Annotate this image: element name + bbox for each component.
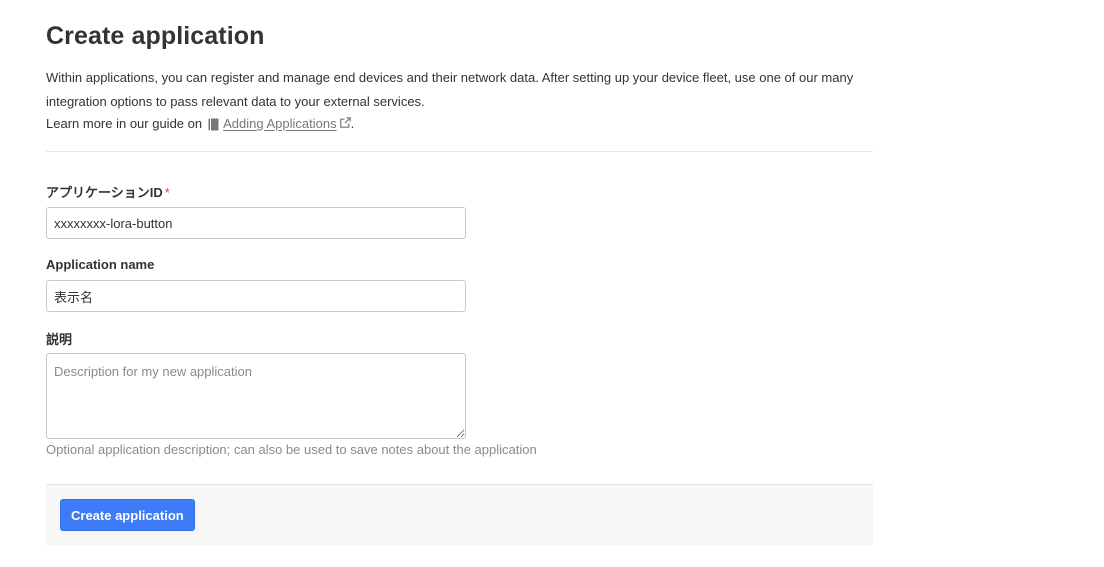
page-title: Create application: [46, 22, 265, 50]
app-name-label: Application name: [46, 257, 155, 272]
guide-line: Learn more in our guide on Adding Applic…: [46, 113, 354, 135]
guide-prefix: Learn more in our guide on: [46, 116, 203, 131]
description-label: 説明: [46, 332, 73, 347]
form-footer: Create application: [46, 484, 873, 545]
external-link-icon: [339, 116, 351, 128]
required-mark: *: [164, 185, 170, 200]
intro-text: Within applications, you can register an…: [46, 66, 876, 114]
app-id-label: アプリケーションID *: [46, 182, 170, 201]
create-application-button[interactable]: Create application: [60, 499, 195, 531]
book-icon: [208, 118, 219, 130]
adding-applications-link[interactable]: Adding Applications: [223, 113, 336, 135]
description-textarea[interactable]: [46, 353, 466, 439]
app-id-label-text: アプリケーションID: [46, 185, 163, 200]
app-name-input[interactable]: [46, 280, 466, 312]
intro-paragraph: Within applications, you can register an…: [46, 70, 854, 109]
divider: [46, 151, 873, 152]
guide-suffix: .: [350, 116, 355, 131]
description-help: Optional application description; can al…: [46, 442, 537, 457]
page: Create application Within applications, …: [0, 0, 1104, 567]
app-id-input[interactable]: [46, 207, 466, 239]
